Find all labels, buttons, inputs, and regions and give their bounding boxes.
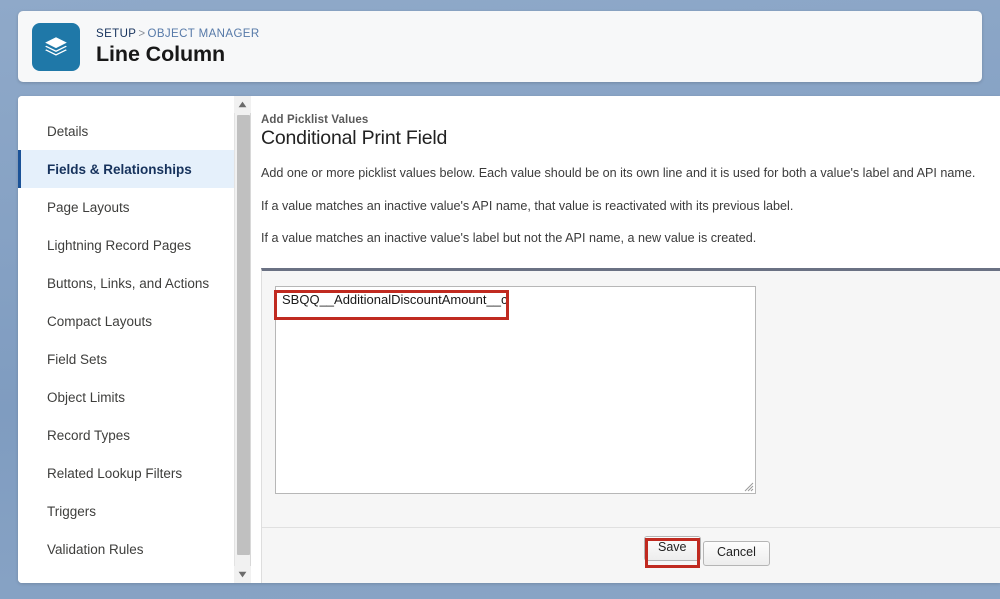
sidebar-item-label: Field Sets xyxy=(47,351,108,367)
form-title: Conditional Print Field xyxy=(261,127,448,149)
sidebar-item-label: Compact Layouts xyxy=(47,313,153,329)
breadcrumb-object-manager[interactable]: OBJECT MANAGER xyxy=(147,28,259,40)
sidebar-item-validation-rules[interactable]: Validation Rules xyxy=(18,530,234,568)
sidebar-item-fields-relationships[interactable]: Fields & Relationships xyxy=(18,150,234,188)
save-button[interactable]: Save xyxy=(644,536,701,561)
form-kicker-label: Add Picklist Values xyxy=(261,114,369,126)
setup-header-card: SETUP > OBJECT MANAGER Line Column xyxy=(18,11,982,82)
sidebar-item-object-limits[interactable]: Object Limits xyxy=(18,378,234,416)
instruction-paragraph-3: If a value matches an inactive value's l… xyxy=(261,231,757,246)
cancel-button[interactable]: Cancel xyxy=(703,541,770,566)
sidebar-item-buttons-links-actions[interactable]: Buttons, Links, and Actions xyxy=(18,264,234,302)
form-button-bar: Save Cancel xyxy=(262,527,1000,579)
scroll-down-arrow-icon[interactable] xyxy=(234,566,251,583)
sidebar-item-details[interactable]: Details xyxy=(18,112,234,150)
sidebar-item-page-layouts[interactable]: Page Layouts xyxy=(18,188,234,226)
sidebar-item-field-sets[interactable]: Field Sets xyxy=(18,340,234,378)
layers-stack-icon xyxy=(32,22,80,71)
sidebar-item-triggers[interactable]: Triggers xyxy=(18,492,234,530)
sidebar-item-label: Triggers xyxy=(47,503,97,519)
sidebar-item-label: Details xyxy=(47,123,89,139)
page-title: Line Column xyxy=(96,41,226,66)
save-button-holder: Save xyxy=(644,536,701,561)
sidebar-item-label: Lightning Record Pages xyxy=(47,237,192,253)
sidebar-scrollbar[interactable] xyxy=(234,96,251,583)
sidebar-item-record-types[interactable]: Record Types xyxy=(18,416,234,454)
sidebar-item-lightning-record-pages[interactable]: Lightning Record Pages xyxy=(18,226,234,264)
sidebar-item-label: Related Lookup Filters xyxy=(47,465,183,481)
instruction-paragraph-2: If a value matches an inactive value's A… xyxy=(261,198,794,213)
picklist-textarea-wrapper xyxy=(275,286,756,494)
scrollbar-thumb[interactable] xyxy=(237,115,250,555)
header-text-group: SETUP > OBJECT MANAGER Line Column xyxy=(96,28,260,66)
picklist-form-panel: Save Cancel xyxy=(261,268,1000,583)
breadcrumb: SETUP > OBJECT MANAGER xyxy=(96,28,260,40)
picklist-values-textarea[interactable] xyxy=(275,286,756,494)
breadcrumb-setup[interactable]: SETUP xyxy=(96,28,136,40)
sidebar-item-label: Record Types xyxy=(47,427,131,443)
main-content-card: Details Fields & Relationships Page Layo… xyxy=(18,96,1000,583)
scroll-up-arrow-icon[interactable] xyxy=(234,96,251,113)
sidebar-item-label: Buttons, Links, and Actions xyxy=(47,275,210,291)
sidebar-item-label: Validation Rules xyxy=(47,541,144,557)
sidebar-item-label: Fields & Relationships xyxy=(47,161,192,177)
breadcrumb-separator: > xyxy=(138,27,146,40)
sidebar-item-compact-layouts[interactable]: Compact Layouts xyxy=(18,302,234,340)
instruction-paragraph-1: Add one or more picklist values below. E… xyxy=(261,166,976,180)
add-picklist-values-content: Add Picklist Values Conditional Print Fi… xyxy=(251,96,1000,583)
scrollbar-track[interactable] xyxy=(235,113,250,566)
sidebar-item-label: Object Limits xyxy=(47,389,126,405)
object-manager-sidebar: Details Fields & Relationships Page Layo… xyxy=(18,96,234,583)
sidebar-item-related-lookup-filters[interactable]: Related Lookup Filters xyxy=(18,454,234,492)
sidebar-item-label: Page Layouts xyxy=(47,199,130,215)
